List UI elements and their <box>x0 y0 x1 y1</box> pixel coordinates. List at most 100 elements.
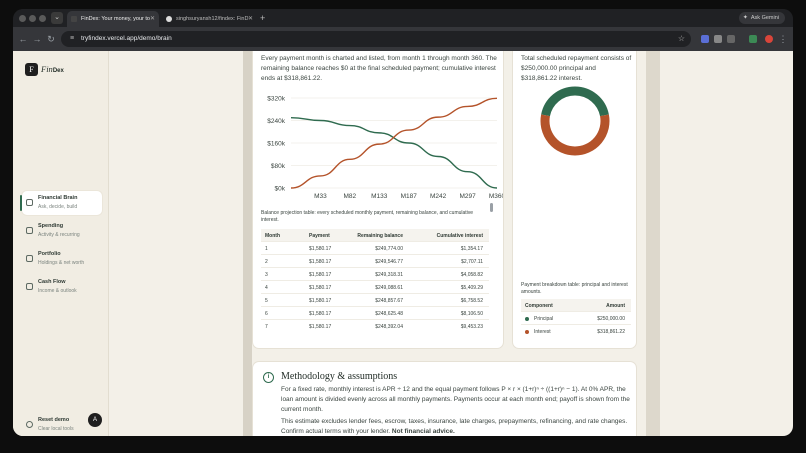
cell-month: 6 <box>265 311 268 317</box>
breakdown-label: Principal <box>534 316 554 322</box>
cell-payment: $1,580.17 <box>309 246 332 252</box>
y-tick-label: $320k <box>267 96 285 103</box>
x-tick-label: M360 <box>489 193 503 200</box>
close-tab-icon[interactable]: ✕ <box>150 11 155 27</box>
browser-window: ⌄ FinDex: Your money, your to ✕ singhsur… <box>13 9 793 436</box>
table-scrollbar[interactable] <box>490 203 494 321</box>
cell-balance: $248,625.48 <box>375 311 403 317</box>
breakdown-row-principal: Principal $250,000.00 <box>521 311 631 324</box>
breakdown-row-interest: Interest $318,861.22 <box>521 324 631 337</box>
sidebar-item-subtitle: Income & outlook <box>38 288 77 294</box>
extension-icon[interactable] <box>714 35 722 43</box>
sidebar-item-title: Financial Brain <box>38 195 78 201</box>
col-header-component: Component <box>525 303 553 309</box>
new-tab-icon[interactable]: + <box>260 12 265 24</box>
table-row: 2 $1,580.17 $249,546.77 $2,707.11 <box>261 254 489 267</box>
breakdown-amount: $318,861.22 <box>597 329 625 335</box>
y-tick-label: $0k <box>275 186 286 193</box>
donut-slice-interest <box>540 114 610 156</box>
col-header-amount: Amount <box>606 303 625 309</box>
methodology-card: i Methodology & assumptions For a fixed … <box>252 361 637 436</box>
extension-icon[interactable] <box>727 35 735 43</box>
sidebar-item-subtitle: Activity & recurring <box>38 232 80 238</box>
info-icon: i <box>263 372 274 383</box>
cell-interest: $1,354.17 <box>460 246 483 252</box>
breakdown-table-caption: Payment breakdown table: principal and i… <box>521 282 628 295</box>
left-gutter <box>243 51 252 436</box>
table-header-row: Month Payment Remaining balance Cumulati… <box>261 229 489 241</box>
sidebar-item-financial-brain[interactable]: Financial Brain Ask, decide, build <box>20 191 102 215</box>
cell-balance: $249,774.00 <box>375 246 403 252</box>
cell-month: 1 <box>265 246 268 252</box>
sidebar-item-portfolio[interactable]: Portfolio Holdings & net worth <box>22 247 102 271</box>
receipt-icon <box>26 227 33 234</box>
table-row: 5 $1,580.17 $248,857.67 $6,758.52 <box>261 293 489 306</box>
user-avatar[interactable]: A <box>88 413 102 427</box>
x-tick-label: M82 <box>344 193 357 200</box>
cell-payment: $1,580.17 <box>309 298 332 304</box>
bookmark-star-icon[interactable]: ☆ <box>678 31 685 47</box>
reset-title: Reset demo <box>38 417 70 423</box>
close-window-icon[interactable] <box>19 15 26 22</box>
tab-title: FinDex: Your money, your to <box>81 16 150 22</box>
back-icon[interactable]: ← <box>17 33 29 45</box>
extension-icon[interactable] <box>701 35 709 43</box>
methodology-title: Methodology & assumptions <box>281 371 398 382</box>
logo-text: Fin <box>41 64 53 74</box>
cell-balance: $249,318.31 <box>375 272 403 278</box>
minimize-window-icon[interactable] <box>29 15 36 22</box>
principal-swatch <box>525 317 529 321</box>
sidebar-item-title: Spending <box>38 223 64 229</box>
maximize-window-icon[interactable] <box>39 15 46 22</box>
close-tab-icon[interactable]: ✕ <box>248 11 253 27</box>
tab-findex[interactable]: FinDex: Your money, your to ✕ <box>67 11 159 27</box>
logo-wordmark: FinDex <box>41 64 64 74</box>
extension-icon[interactable] <box>749 35 757 43</box>
methodology-disclaimer: This estimate excludes lender fees, escr… <box>281 417 631 436</box>
browser-toolbar: ← → ↻ ≡ tryfindex.vercel.app/demo/brain … <box>13 27 793 51</box>
site-info-icon[interactable]: ≡ <box>67 34 77 44</box>
col-header-payment: Payment <box>309 233 330 239</box>
github-favicon-icon <box>166 16 172 22</box>
menu-dots-icon[interactable]: ⋮ <box>777 33 789 45</box>
schedule-description: Every payment month is charted and liste… <box>261 55 497 82</box>
tab-search-icon[interactable]: ⌄ <box>51 12 63 24</box>
url-text[interactable]: tryfindex.vercel.app/demo/brain <box>81 31 172 47</box>
cell-interest: $8,106.50 <box>460 311 483 317</box>
right-gutter <box>646 51 660 436</box>
chart-icon <box>26 283 33 290</box>
sidebar-item-spending[interactable]: Spending Activity & recurring <box>22 219 102 243</box>
cell-interest: $4,058.82 <box>460 272 483 278</box>
table-scroll-thumb[interactable] <box>490 203 493 212</box>
sidebar-item-subtitle: Ask, decide, build <box>38 204 78 210</box>
breakdown-description: Total scheduled repayment consists of $2… <box>521 55 632 82</box>
cell-balance: $248,392.04 <box>375 324 403 330</box>
tab-github[interactable]: singhsuryansh12/findex: FinD ✕ <box>162 11 257 27</box>
reload-icon[interactable]: ↻ <box>45 33 57 45</box>
forward-icon[interactable]: → <box>31 33 43 45</box>
sidebar-item-title: Cash Flow <box>38 279 66 285</box>
findex-favicon-icon <box>71 16 77 22</box>
address-bar[interactable]: ≡ tryfindex.vercel.app/demo/brain ☆ <box>61 31 691 47</box>
breakdown-donut-chart <box>540 86 610 156</box>
breakdown-amount: $250,000.00 <box>597 316 625 322</box>
cell-balance: $249,088.61 <box>375 285 403 291</box>
table-row: 1 $1,580.17 $249,774.00 $1,354.17 <box>261 241 489 254</box>
profile-avatar-icon[interactable] <box>765 35 773 43</box>
y-tick-label: $80k <box>271 163 286 170</box>
ask-gemini-button[interactable]: Ask Gemini <box>738 12 785 24</box>
cell-payment: $1,580.17 <box>309 285 332 291</box>
col-header-balance: Remaining balance <box>357 233 403 239</box>
sidebar-item-cash-flow[interactable]: Cash Flow Income & outlook <box>22 275 102 299</box>
x-tick-label: M133 <box>371 193 388 200</box>
sidebar-item-subtitle: Holdings & net worth <box>38 260 85 266</box>
cell-interest: $5,409.29 <box>460 285 483 291</box>
brain-icon <box>26 199 33 206</box>
cell-month: 7 <box>265 324 268 330</box>
x-tick-label: M297 <box>459 193 476 200</box>
col-header-interest: Cumulative interest <box>436 233 483 239</box>
app-page: F FinDex Financial Brain Ask, decide, bu… <box>13 51 793 436</box>
payment-breakdown-card: Total scheduled repayment consists of $2… <box>512 51 637 349</box>
cell-balance: $249,546.77 <box>375 259 403 265</box>
cell-payment: $1,580.17 <box>309 324 332 330</box>
